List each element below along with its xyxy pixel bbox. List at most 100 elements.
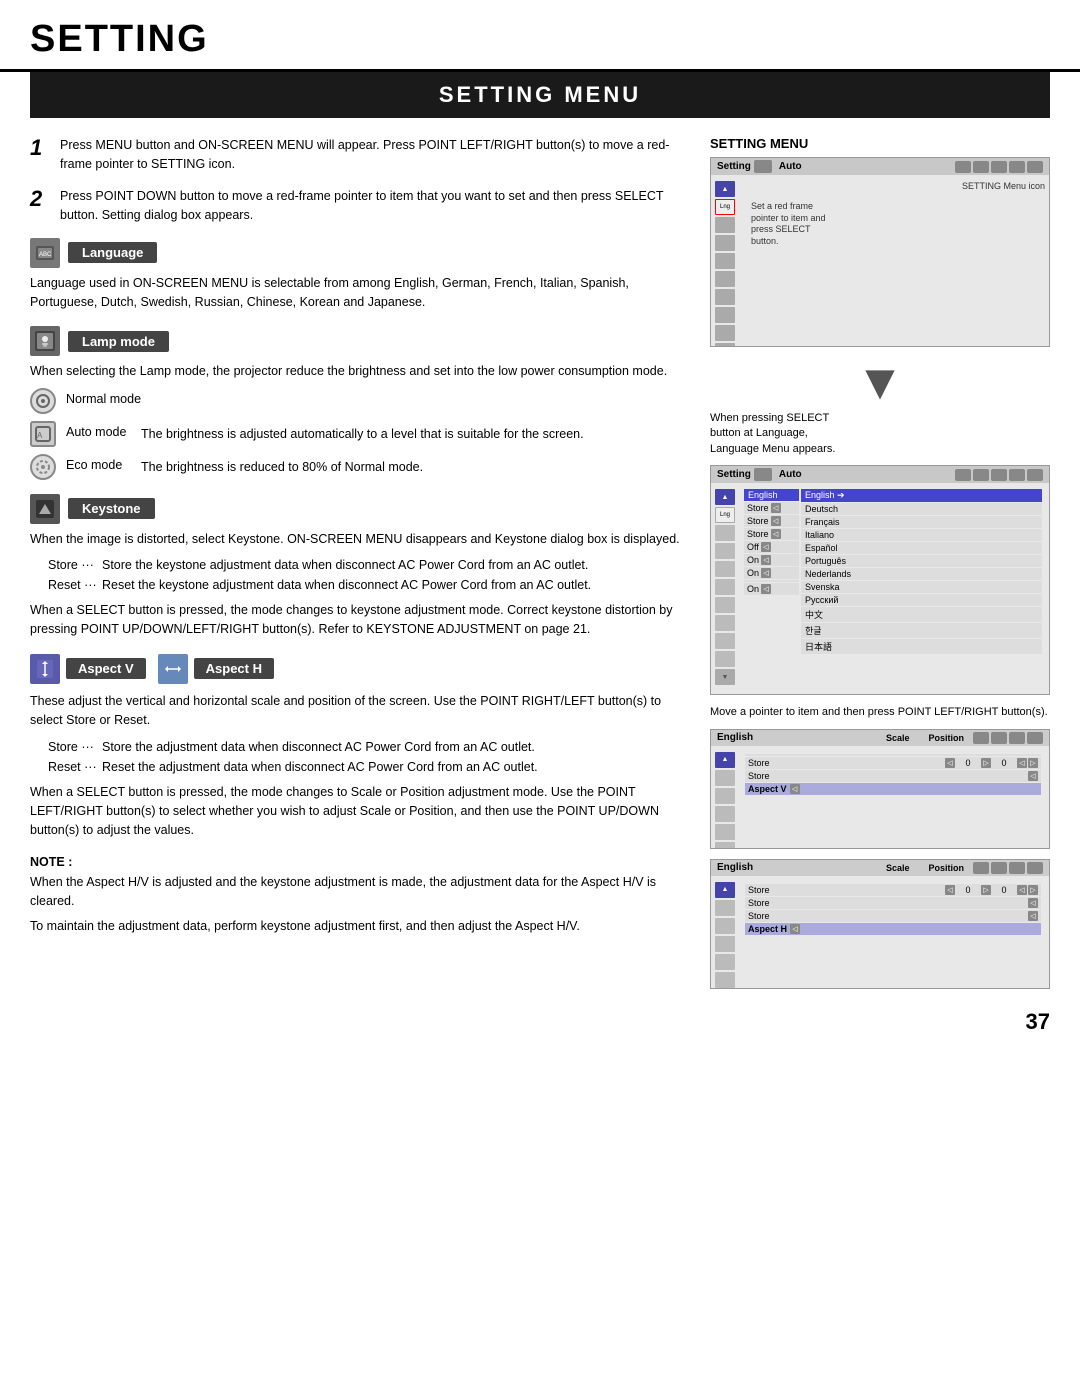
sp-val-pos-1: 0	[994, 758, 1014, 768]
lang-col-wrap: English Store ◁ Store ◁ S	[744, 489, 1042, 655]
sp-arrow-right-1[interactable]: ▷	[981, 758, 991, 768]
sp4-arrow-left-1[interactable]: ◁	[945, 885, 955, 895]
sp4-row-store2: Store ◁	[745, 897, 1041, 909]
sp4-arrow-pos-r1[interactable]: ▷	[1028, 885, 1038, 895]
panel4-item-1	[715, 900, 735, 916]
sp-arrow-pos-l1[interactable]: ◁	[1017, 758, 1027, 768]
panel3-item-top: ▲	[715, 752, 735, 768]
step-1-text: Press MENU button and ON-SCREEN MENU wil…	[60, 136, 688, 175]
lang-item-japanese[interactable]: 日本語	[801, 639, 1042, 654]
panel1-sidebar: ▲ Lng ▼	[715, 181, 737, 347]
eco-mode-label: Eco mode	[66, 454, 131, 472]
panel1-item-8	[715, 325, 735, 341]
aspect-desc: These adjust the vertical and horizontal…	[30, 692, 688, 731]
sp4-arrow-pos-l1[interactable]: ◁	[1017, 885, 1027, 895]
panel2-toolbar-icons	[955, 469, 1043, 481]
lang-store-row-2: Store ◁	[744, 515, 799, 527]
aspect-h-icon	[158, 654, 188, 684]
note-text1: When the Aspect H/V is adjusted and the …	[30, 873, 688, 912]
panel2-toolbar-icon	[754, 468, 772, 481]
sp-arrow-av-l[interactable]: ◁	[790, 784, 800, 794]
panel2-item-lang: Lng	[715, 507, 735, 523]
panel4-item-2	[715, 918, 735, 934]
sp-arrow-left-2[interactable]: ◁	[1028, 771, 1038, 781]
setting-menu-label: SETTING MENU	[710, 136, 1050, 151]
sp4-arrow-left-2[interactable]: ◁	[1028, 898, 1038, 908]
sp4-arrow-right-1[interactable]: ▷	[981, 885, 991, 895]
aspect-header-row: Aspect V Aspect H	[30, 654, 688, 684]
panel2-item-9	[715, 651, 735, 667]
panel1-item-1: ▲	[715, 181, 735, 197]
aspect-h-btn[interactable]: Aspect H	[158, 654, 274, 684]
lang-item-english-left[interactable]: English	[744, 489, 799, 501]
lang-item-svenska[interactable]: Svenska	[801, 581, 1042, 593]
step-2-number: 2	[30, 187, 50, 226]
setting-menu-icon-caption: SETTING Menu icon	[962, 181, 1045, 191]
lamp-mode-icon	[30, 326, 60, 356]
lang-store-row-1: Store ◁	[744, 502, 799, 514]
panel3-icons	[973, 732, 1043, 744]
panel2-sidebar: ▲ Lng ▼	[715, 489, 737, 685]
keystone-reset-item: Reset ··· Reset the keystone adjustment …	[48, 575, 688, 595]
sp-arrows-2: ◁	[1028, 771, 1038, 781]
lang-item-chinese[interactable]: 中文	[801, 607, 1042, 622]
screen-panel-4: English Scale Position ▲	[710, 859, 1050, 989]
lang-item-italiano[interactable]: Italiano	[801, 529, 1042, 541]
sp-store-1: Store	[748, 758, 942, 768]
lang-item-espanol[interactable]: Español	[801, 542, 1042, 554]
panel1-item-lang: Lng	[715, 199, 735, 215]
lang-item-francais[interactable]: Français	[801, 516, 1042, 528]
main-content: 1 Press MENU button and ON-SCREEN MENU w…	[0, 118, 1080, 999]
panel3-item-5	[715, 842, 735, 849]
sp4-arrow-ah-l[interactable]: ◁	[790, 924, 800, 934]
page-header: SETTING	[0, 0, 1080, 72]
page-title: SETTING	[30, 18, 1050, 61]
panel1-item-3	[715, 235, 735, 251]
keystone-header: Keystone	[30, 494, 688, 524]
lang-item-nederlands[interactable]: Nederlands	[801, 568, 1042, 580]
sp-row-store1: Store ◁ 0 ▷ 0 ◁ ▷	[745, 757, 1041, 769]
panel2-item-top: ▲	[715, 489, 735, 505]
lang-item-korean[interactable]: 한글	[801, 623, 1042, 638]
normal-mode-icon	[30, 388, 56, 414]
panel4-position-label: Position	[929, 863, 965, 873]
keystone-desc: When the image is distorted, select Keys…	[30, 530, 688, 549]
aspect-v-btn[interactable]: Aspect V	[30, 654, 146, 684]
panel1-item-6	[715, 289, 735, 305]
lang-arrow-1: ◁	[771, 503, 781, 513]
page-number: 37	[1026, 1009, 1050, 1034]
sp-arrow-pos-r1[interactable]: ▷	[1028, 758, 1038, 768]
aspect-block: Aspect V Aspect H These adjust th	[30, 654, 688, 841]
lang-item-english[interactable]: English ➔	[801, 489, 1042, 502]
sp-arrows-1: ◁	[945, 758, 955, 768]
right-col-upper: SETTING MENU Setting Auto	[710, 136, 1050, 989]
lang-arrow-3: ◁	[771, 529, 781, 539]
sp4-store-1: Store	[748, 885, 942, 895]
panel1-callout-area: SETTING Menu icon Set a red framepointer…	[741, 181, 1045, 347]
sp4-row-store3: Store ◁	[745, 910, 1041, 922]
panel1-item-9	[715, 343, 735, 347]
lang-item-russian[interactable]: Русский	[801, 594, 1042, 606]
eco-mode-icon	[30, 454, 56, 480]
sp4-arrow-left-3[interactable]: ◁	[1028, 911, 1038, 921]
sp-arrow-left-1[interactable]: ◁	[945, 758, 955, 768]
panel1-toolbar: Setting Auto	[711, 158, 1049, 175]
right-column: SETTING MENU Setting Auto	[710, 136, 1050, 999]
lang-arrow-4: ◁	[761, 542, 771, 552]
aspect-v-icon	[30, 654, 60, 684]
note-block: NOTE : When the Aspect H/V is adjusted a…	[30, 855, 688, 937]
section-title: SETTING MENU	[30, 82, 1050, 108]
panel2-item-7	[715, 615, 735, 631]
lang-item-deutsch[interactable]: Deutsch	[801, 503, 1042, 515]
keystone-store-reset: Store ··· Store the keystone adjustment …	[48, 555, 688, 595]
lamp-mode-block: Lamp mode When selecting the Lamp mode, …	[30, 326, 688, 479]
sp4-store-3: Store	[748, 911, 1025, 921]
panel1-toolbar-icons	[955, 161, 1043, 173]
panel1-toolbar-icon	[754, 160, 772, 173]
sp-row-store2: Store ◁	[745, 770, 1041, 782]
language-desc: Language used in ON-SCREEN MENU is selec…	[30, 274, 688, 313]
lang-item-portugues[interactable]: Português	[801, 555, 1042, 567]
panel2-item-3	[715, 543, 735, 559]
lang-store-row-3: Store ◁	[744, 528, 799, 540]
panel4-item-5	[715, 972, 735, 988]
